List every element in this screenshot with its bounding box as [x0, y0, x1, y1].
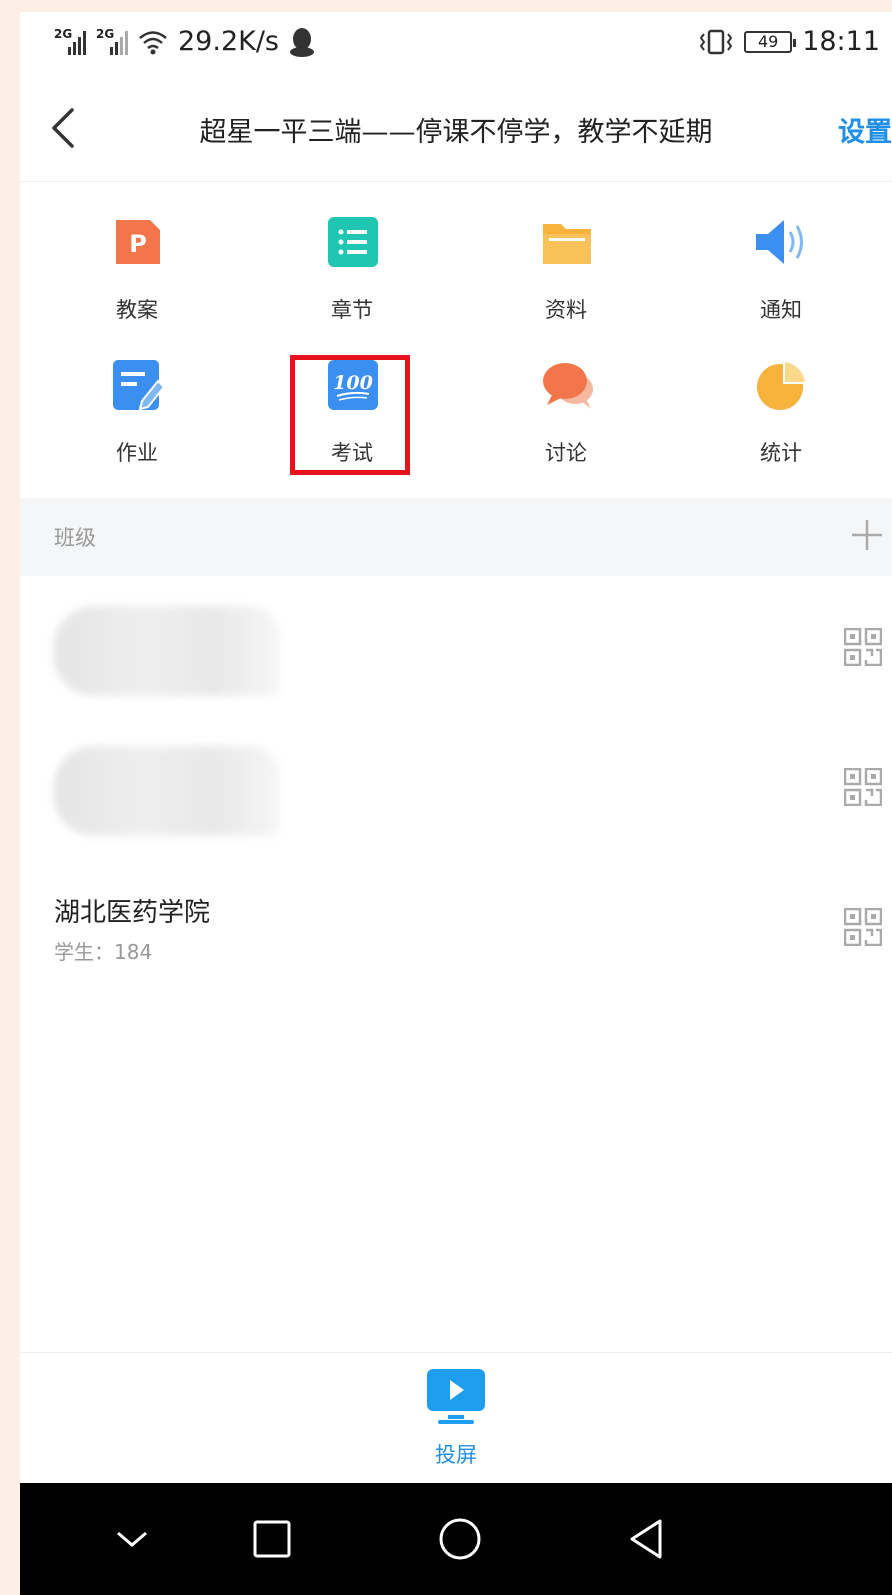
ppt-icon: P [116, 220, 160, 264]
status-bar: 2G 2G 29.2K/s 49 18:11 [20, 12, 892, 74]
blurred-content [54, 606, 280, 696]
signal-icon-2: 2G [96, 26, 128, 55]
network-speed: 29.2K/s [178, 26, 279, 57]
folder-icon [543, 224, 591, 264]
feature-discussion[interactable]: 讨论 [501, 345, 631, 465]
system-nav-bar [20, 1483, 892, 1595]
blurred-content [54, 746, 280, 836]
feature-grid: P 教案 章节 资料 通知 作业 100 考试 讨论 统计 [20, 202, 892, 492]
feature-label: 资料 [545, 298, 587, 322]
qr-code-icon[interactable] [844, 768, 882, 806]
settings-button[interactable]: 设置 [838, 110, 892, 149]
app-header: 超星一平三端——停课不停学，教学不延期 设置 [20, 74, 892, 182]
feature-label: 章节 [331, 298, 373, 322]
battery-icon: 49 [744, 30, 797, 53]
class-section-header: 班级 [20, 498, 892, 576]
page-title: 超星一平三端——停课不停学，教学不延期 [199, 117, 713, 148]
recents-square-icon[interactable] [244, 1511, 300, 1567]
feature-materials[interactable]: 资料 [501, 202, 631, 322]
feature-label: 讨论 [545, 441, 587, 465]
chevron-down-icon[interactable] [104, 1511, 160, 1567]
edit-icon [113, 360, 164, 411]
feature-lesson-plan[interactable]: P 教案 [72, 202, 202, 322]
feature-label: 通知 [760, 298, 802, 322]
feature-statistics[interactable]: 统计 [716, 345, 846, 465]
back-triangle-icon[interactable] [618, 1511, 674, 1567]
cast-screen-label: 投屏 [435, 1443, 477, 1467]
class-name: 湖北医药学院 [54, 898, 211, 928]
pie-chart-icon [757, 359, 808, 410]
add-class-icon[interactable] [850, 518, 884, 552]
class-row[interactable] [20, 728, 892, 868]
class-row[interactable]: 湖北医药学院 学生：184 [20, 868, 892, 1008]
vibrate-icon [699, 29, 733, 54]
exam-highlight-box [290, 355, 410, 475]
cast-screen-icon [427, 1369, 485, 1424]
qq-icon [290, 27, 314, 57]
svg-text:P: P [129, 230, 147, 258]
chat-bubbles-icon [543, 363, 593, 409]
feature-homework[interactable]: 作业 [72, 345, 202, 465]
section-label: 班级 [54, 526, 96, 550]
clock: 18:11 [802, 26, 880, 57]
bottom-tab-bar: 投屏 [20, 1352, 892, 1484]
cast-screen-tab[interactable]: 投屏 [426, 1367, 486, 1467]
feature-chapters[interactable]: 章节 [287, 202, 417, 322]
network-type: 2G [54, 26, 73, 41]
class-student-count: 学生：184 [54, 940, 153, 964]
signal-icon: 2G [54, 26, 86, 55]
network-type-2: 2G [96, 26, 115, 41]
qr-code-icon[interactable] [844, 628, 882, 666]
battery-level: 49 [758, 32, 779, 51]
back-arrow-icon[interactable] [44, 104, 84, 152]
phone-screen: 2G 2G 29.2K/s 49 18:11 超星一平三端——停课不停学，教学不… [20, 12, 892, 1595]
feature-label: 教案 [116, 298, 158, 322]
qr-code-icon[interactable] [844, 908, 882, 946]
feature-notice[interactable]: 通知 [716, 202, 846, 322]
feature-label: 作业 [116, 441, 158, 465]
home-circle-icon[interactable] [432, 1511, 488, 1567]
class-row[interactable] [20, 588, 892, 728]
feature-label: 统计 [760, 441, 802, 465]
list-icon [328, 217, 378, 267]
speaker-icon [756, 220, 803, 264]
wifi-icon [139, 30, 167, 54]
